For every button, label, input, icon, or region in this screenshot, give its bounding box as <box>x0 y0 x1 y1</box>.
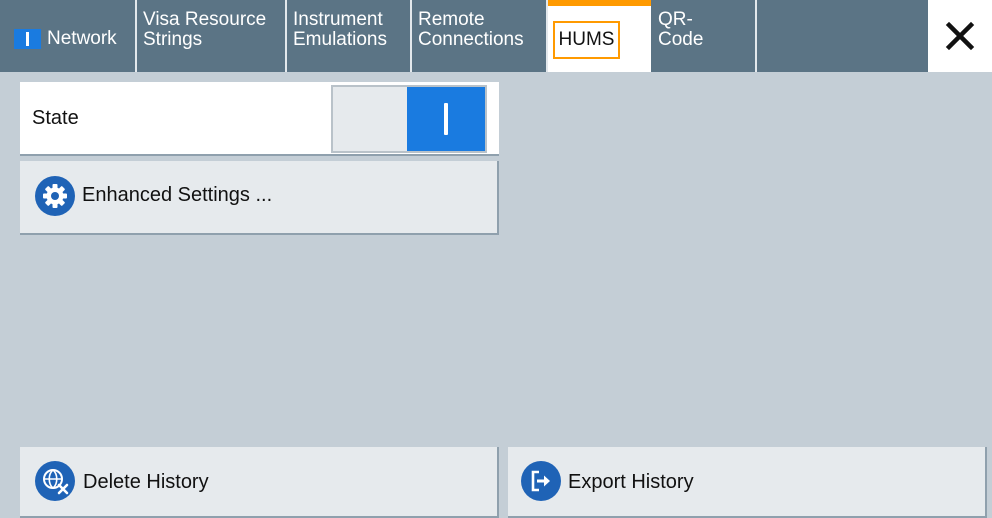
state-label: State <box>32 107 79 129</box>
tab-qr-line2: Code <box>658 29 704 50</box>
tab-bar: Network Visa Resource Strings Instrument… <box>0 0 992 72</box>
tab-instrument-label: Instrument Emulations <box>293 10 387 50</box>
globe-delete-icon <box>35 461 75 501</box>
tab-network[interactable]: Network <box>0 0 137 72</box>
tab-instrument-line2: Emulations <box>293 29 387 50</box>
gear-icon <box>35 176 75 216</box>
tab-visa-resource-strings[interactable]: Visa Resource Strings <box>137 0 287 72</box>
close-icon <box>945 21 975 51</box>
close-button[interactable] <box>928 0 992 72</box>
tab-qr-label: QR- Code <box>658 10 703 50</box>
export-icon <box>521 461 561 501</box>
network-indicator-icon <box>14 29 41 49</box>
tab-instrument-line1: Instrument <box>293 9 383 30</box>
tab-remote-line1: Remote <box>418 9 485 30</box>
tab-hums-label: HUMS <box>553 21 620 59</box>
tab-visa-line1: Visa Resource <box>143 9 267 30</box>
export-history-label: Export History <box>568 471 694 493</box>
toggle-on-knob <box>407 87 485 151</box>
tab-visa-line2: Strings <box>143 29 203 50</box>
tab-network-label: Network <box>47 28 117 49</box>
tab-visa-label: Visa Resource Strings <box>143 10 266 50</box>
tab-remote-connections[interactable]: Remote Connections <box>412 0 548 72</box>
enhanced-settings-button[interactable]: Enhanced Settings ... <box>20 161 499 235</box>
state-toggle[interactable] <box>331 85 487 153</box>
enhanced-settings-label: Enhanced Settings ... <box>82 184 273 206</box>
active-tab-indicator <box>548 0 651 6</box>
state-setting-row: State <box>20 82 499 156</box>
delete-history-button[interactable]: Delete History <box>20 447 499 518</box>
tab-remote-line2: Connections <box>418 29 524 50</box>
tab-instrument-emulations[interactable]: Instrument Emulations <box>287 0 412 72</box>
tab-remote-label: Remote Connections <box>418 10 524 50</box>
delete-history-label: Delete History <box>83 471 209 493</box>
tab-qr-code[interactable]: QR- Code <box>652 0 757 72</box>
tab-separator <box>755 0 757 72</box>
tab-qr-line1: QR- <box>658 9 693 30</box>
tab-hums[interactable]: HUMS <box>548 0 651 72</box>
export-history-button[interactable]: Export History <box>508 447 987 518</box>
